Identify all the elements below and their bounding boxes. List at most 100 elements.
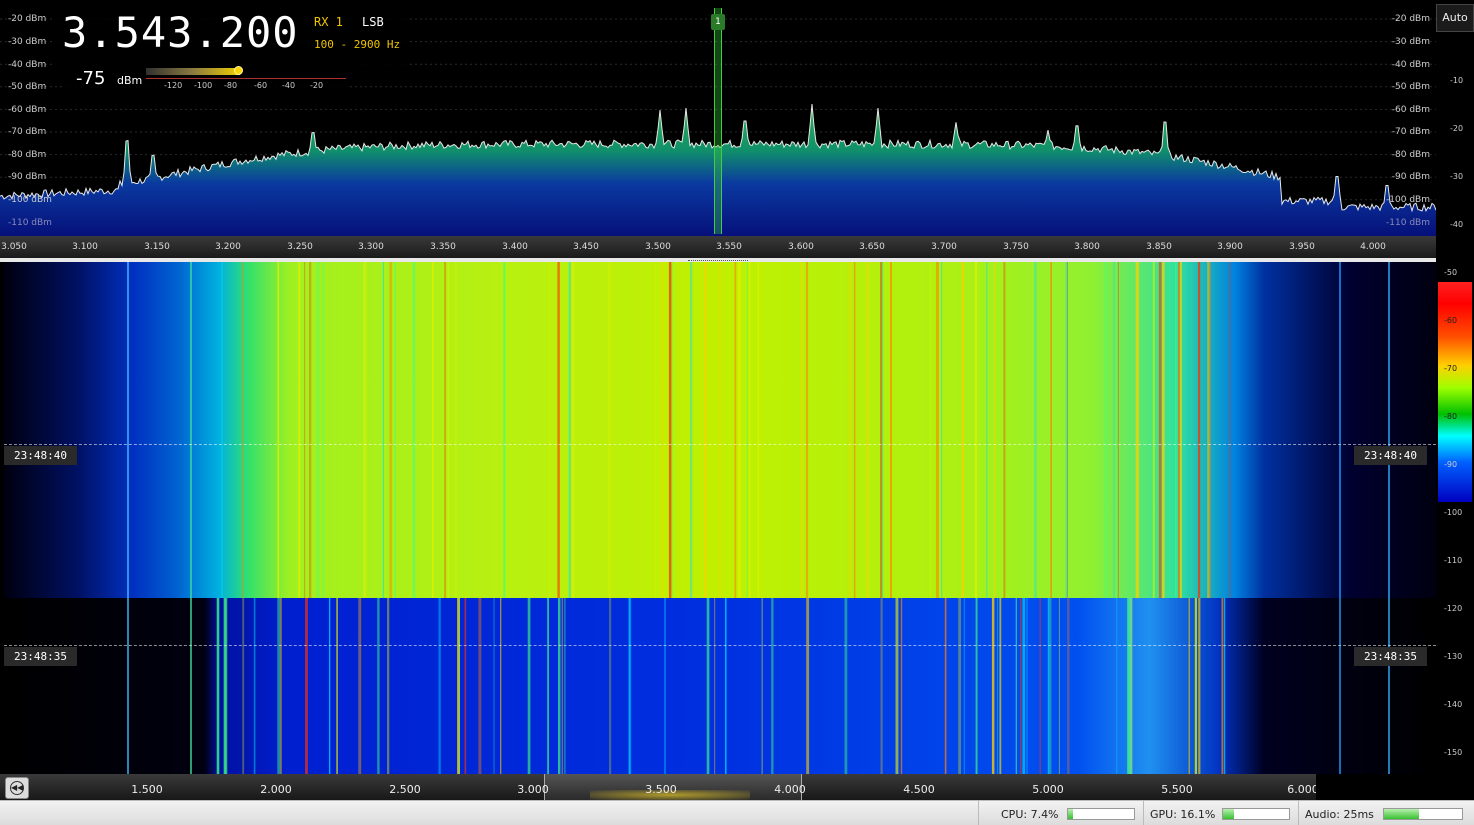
mode-label[interactable]: LSB	[362, 15, 384, 29]
waterfall-signal-streak	[714, 598, 716, 774]
dbm-label-right: -100 dBm	[1386, 195, 1430, 205]
spectrum-panel[interactable]: -20 dBm -30 dBm -40 dBm -50 dBm -60 dBm …	[0, 0, 1436, 258]
waterfall-freq-tick: 5.000	[1032, 783, 1064, 796]
waterfall-signal-streak	[329, 598, 331, 774]
waterfall-carrier-line	[1339, 262, 1341, 774]
waterfall-signal-streak	[1117, 262, 1119, 598]
waterfall-signal-streak	[800, 262, 803, 598]
frequency-readout[interactable]: 3.543.200	[62, 8, 299, 57]
cpu-gauge	[1067, 808, 1135, 820]
waterfall-signal-streak	[1003, 262, 1006, 598]
spectrum-freq-tick: 3.550	[716, 242, 742, 252]
dbm-label-right: -50 dBm	[1391, 82, 1430, 92]
waterfall-display[interactable]: 23:48:40 23:48:40 23:48:35 23:48:35	[4, 262, 1436, 774]
spectrum-freq-tick: 3.700	[931, 242, 957, 252]
waterfall-signal-streak	[1049, 598, 1052, 774]
waterfall-frequency-axis[interactable]: 1.500 2.000 2.500 3.000 3.500 4.000 4.50…	[0, 774, 1316, 800]
waterfall-signal-streak	[1194, 598, 1197, 774]
waterfall-signal-streak	[941, 262, 943, 598]
spectrum-scale-label: -40	[1450, 220, 1464, 229]
waterfall-signal-streak	[1104, 262, 1108, 598]
dbm-label-right: -30 dBm	[1391, 37, 1430, 47]
rx-marker-flag[interactable]: 1	[711, 14, 725, 30]
waterfall-signal-streak	[298, 262, 301, 598]
waterfall-freq-tick: 4.500	[903, 783, 935, 796]
waterfall-carrier-line	[190, 262, 192, 774]
dbm-label-left: -80 dBm	[8, 150, 47, 160]
waterfall-color-gradient[interactable]	[1438, 282, 1472, 502]
waterfall-signal-streak	[359, 598, 362, 774]
s-meter-unit: dBm	[117, 74, 143, 87]
s-meter-level-indicator	[233, 66, 243, 75]
audio-status: Audio: 25ms	[1298, 801, 1474, 825]
waterfall-signal-streak	[277, 598, 280, 774]
waterfall-signal-streak	[748, 262, 751, 598]
waterfall-freq-tick: 2.500	[389, 783, 421, 796]
auto-scale-button[interactable]: Auto	[1436, 4, 1474, 32]
time-marker-line	[4, 444, 1436, 445]
frequency-display[interactable]: 3.543.200 RX 1 LSB 100 - 2900 Hz	[52, 6, 409, 68]
axis-filler	[1316, 774, 1436, 800]
waterfall-freq-tick: 4.000	[774, 783, 806, 796]
waterfall-signal-streak	[1050, 262, 1052, 598]
waterfall-signal-streak	[444, 262, 447, 598]
waterfall-signal-streak	[853, 262, 856, 598]
waterfall-signal-streak	[974, 262, 978, 598]
spectrum-freq-tick: 3.950	[1289, 242, 1315, 252]
waterfall-signal-streak	[336, 598, 338, 774]
waterfall-signal-streak	[527, 598, 531, 774]
spectrum-freq-tick: 3.500	[645, 242, 671, 252]
dbm-label-left: -70 dBm	[8, 127, 47, 137]
waterfall-signal-streak	[304, 262, 306, 598]
waterfall-signal-streak	[609, 598, 612, 774]
s-meter-bar	[146, 68, 240, 75]
dbm-label-right: -90 dBm	[1391, 172, 1430, 182]
dbm-label-left: -50 dBm	[8, 82, 47, 92]
waterfall-signal-streak	[844, 598, 848, 774]
waterfall-signal-streak	[900, 598, 903, 774]
rewind-icon: ◀◀	[10, 781, 24, 795]
waterfall-signal-streak	[447, 262, 449, 598]
bandwidth-label[interactable]: 100 - 2900 Hz	[314, 38, 400, 51]
waterfall-signal-streak	[1221, 598, 1224, 774]
waterfall-signal-streak	[305, 598, 308, 774]
rx-frequency-marker[interactable]	[714, 8, 722, 234]
waterfall-signal-streak	[464, 598, 467, 774]
waterfall-signal-streak	[849, 262, 851, 598]
dbm-label-right: -70 dBm	[1391, 127, 1430, 137]
dbm-label-left: -20 dBm	[8, 14, 47, 24]
waterfall-signal-streak	[997, 598, 999, 774]
waterfall-signal-streak	[387, 598, 390, 774]
waterfall-signal-streak	[746, 262, 748, 598]
waterfall-signal-streak	[1152, 262, 1155, 598]
waterfall-signal-streak	[478, 598, 482, 774]
waterfall-signal-streak	[719, 262, 721, 598]
spectrum-dbm-scale[interactable]: -10 -20 -30 -40	[1436, 32, 1474, 258]
waterfall-scale-label: -110	[1444, 556, 1463, 565]
waterfall-color-scale[interactable]: -50 -60 -70 -80 -90 -100 -110 -120 -130 …	[1436, 262, 1474, 800]
waterfall-signal-streak	[1208, 262, 1211, 598]
spectrum-scale-label: -30	[1450, 172, 1464, 181]
waterfall-signal-streak	[895, 598, 899, 774]
splitter-grip[interactable]	[688, 258, 748, 261]
waterfall-signal-streak	[1223, 598, 1226, 774]
waterfall-signal-streak	[1127, 598, 1131, 774]
spectrum-frequency-axis[interactable]: 3.050 3.100 3.150 3.200 3.250 3.300 3.35…	[0, 236, 1436, 258]
waterfall-signal-streak	[738, 262, 741, 598]
waterfall-signal-streak	[432, 262, 434, 598]
waterfall-signal-streak	[1034, 262, 1037, 598]
s-meter-tick: -80	[224, 81, 238, 90]
s-meter-tick: -120	[164, 81, 183, 90]
waterfall-signal-streak	[563, 598, 566, 774]
waterfall-signal-streak	[1058, 598, 1060, 774]
waterfall-signal-streak	[806, 598, 810, 774]
waterfall-signal-streak	[866, 262, 869, 598]
gpu-status: GPU: 16.1%	[1143, 801, 1298, 825]
rx-label[interactable]: RX 1	[314, 15, 343, 29]
spectrum-freq-tick: 3.750	[1003, 242, 1029, 252]
waterfall-signal-streak	[1162, 262, 1165, 598]
waterfall-signal-streak	[757, 262, 760, 598]
waterfall-signal-streak	[493, 598, 495, 774]
waterfall-scale-label: -140	[1444, 700, 1463, 709]
zoom-reset-button[interactable]: ◀◀	[5, 777, 29, 799]
